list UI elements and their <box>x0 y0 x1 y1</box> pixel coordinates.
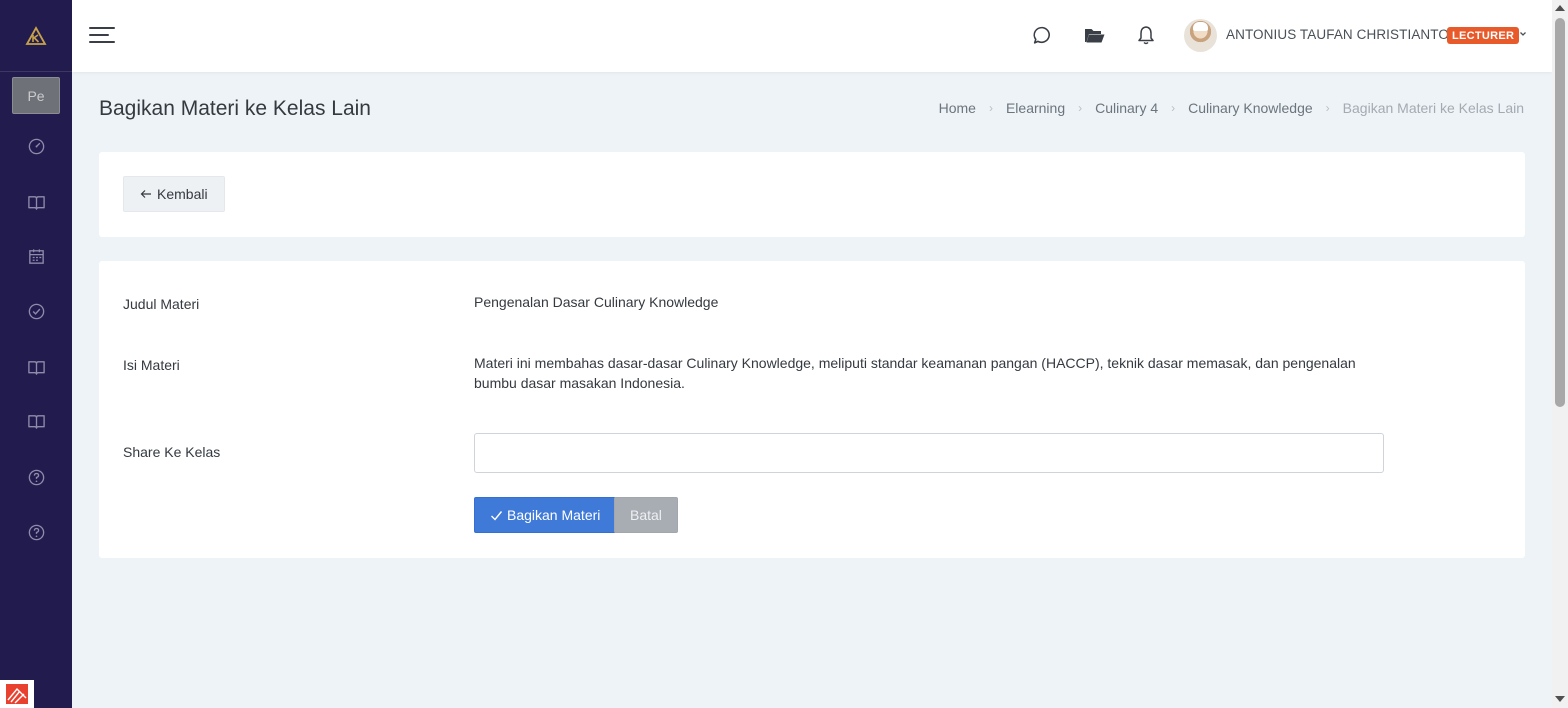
check-icon <box>491 510 503 521</box>
scroll-thumb[interactable] <box>1555 18 1565 407</box>
breadcrumb-separator-icon: › <box>1171 101 1176 115</box>
share-ke-kelas-label: Share Ke Kelas <box>123 444 221 460</box>
dashboard-gauge-icon <box>28 138 44 154</box>
page-scrollbar[interactable] <box>1552 0 1568 708</box>
app-logo-icon <box>25 25 47 45</box>
sidebar-collapsed-profile[interactable]: Pe <box>12 77 60 114</box>
sidebar-item-book-1[interactable] <box>0 187 72 217</box>
sidebar-item-calendar[interactable] <box>0 241 72 271</box>
judul-materi-label: Judul Materi <box>123 296 200 312</box>
judul-materi-value: Pengenalan Dasar Culinary Knowledge <box>474 294 719 310</box>
back-card: Kembali <box>99 152 1525 237</box>
user-name[interactable]: ANTONIUS TAUFAN CHRISTIANTO <box>1226 27 1449 42</box>
share-form-card: Judul Materi Pengenalan Dasar Culinary K… <box>99 261 1525 558</box>
sidebar: Pe <box>0 0 72 708</box>
bagikan-materi-button[interactable]: Bagikan Materi <box>474 497 617 533</box>
arrow-left-icon <box>140 190 151 198</box>
chat-bubble-icon[interactable] <box>1031 24 1053 46</box>
scroll-up-arrow-icon[interactable] <box>1555 5 1565 11</box>
topbar: ANTONIUS TAUFAN CHRISTIANTO LECTURER <box>72 0 1552 72</box>
scroll-down-arrow-icon[interactable] <box>1555 696 1565 702</box>
book-open-icon <box>27 360 45 375</box>
bagikan-materi-label: Bagikan Materi <box>507 507 601 523</box>
corner-widget[interactable] <box>0 680 34 708</box>
calendar-icon <box>28 248 44 264</box>
back-button[interactable]: Kembali <box>123 176 225 212</box>
breadcrumb-current: Bagikan Materi ke Kelas Lain <box>1342 100 1524 116</box>
batal-label: Batal <box>630 507 662 523</box>
user-avatar[interactable] <box>1184 19 1217 52</box>
breadcrumb-elearning[interactable]: Elearning <box>1006 100 1065 116</box>
role-badge: LECTURER <box>1447 27 1520 44</box>
app-logo[interactable] <box>0 0 72 72</box>
breadcrumb-home[interactable]: Home <box>939 100 976 116</box>
isi-materi-value: Materi ini membahas dasar-dasar Culinary… <box>474 355 1356 391</box>
sidebar-item-dashboard[interactable] <box>0 131 72 161</box>
breadcrumb: Home › Elearning › Culinary 4 › Culinary… <box>939 100 1524 116</box>
sidebar-item-book-3[interactable] <box>0 406 72 436</box>
batal-button[interactable]: Batal <box>614 497 678 533</box>
sidebar-item-tasks[interactable] <box>0 296 72 326</box>
hamburger-menu-icon[interactable] <box>89 24 115 46</box>
help-circle-icon <box>28 469 44 485</box>
back-button-label: Kembali <box>157 186 208 202</box>
check-circle-icon <box>28 303 44 319</box>
sidebar-item-help-2[interactable] <box>0 517 72 547</box>
breadcrumb-separator-icon: › <box>1325 101 1330 115</box>
breadcrumb-subject[interactable]: Culinary Knowledge <box>1188 100 1313 116</box>
book-open-icon <box>27 195 45 210</box>
isi-materi-label: Isi Materi <box>123 357 180 373</box>
page-title: Bagikan Materi ke Kelas Lain <box>99 97 371 120</box>
breadcrumb-class[interactable]: Culinary 4 <box>1095 100 1158 116</box>
widget-logo-icon <box>6 684 28 704</box>
book-open-icon <box>27 414 45 429</box>
folder-open-icon[interactable] <box>1083 24 1105 46</box>
chevron-down-icon[interactable] <box>1518 29 1528 39</box>
share-ke-kelas-input[interactable] <box>474 433 1384 473</box>
help-circle-icon <box>28 524 44 540</box>
breadcrumb-separator-icon: › <box>1078 101 1083 115</box>
sidebar-item-book-2[interactable] <box>0 352 72 382</box>
bell-icon[interactable] <box>1135 24 1157 46</box>
sidebar-item-help-1[interactable] <box>0 462 72 492</box>
breadcrumb-separator-icon: › <box>988 101 993 115</box>
